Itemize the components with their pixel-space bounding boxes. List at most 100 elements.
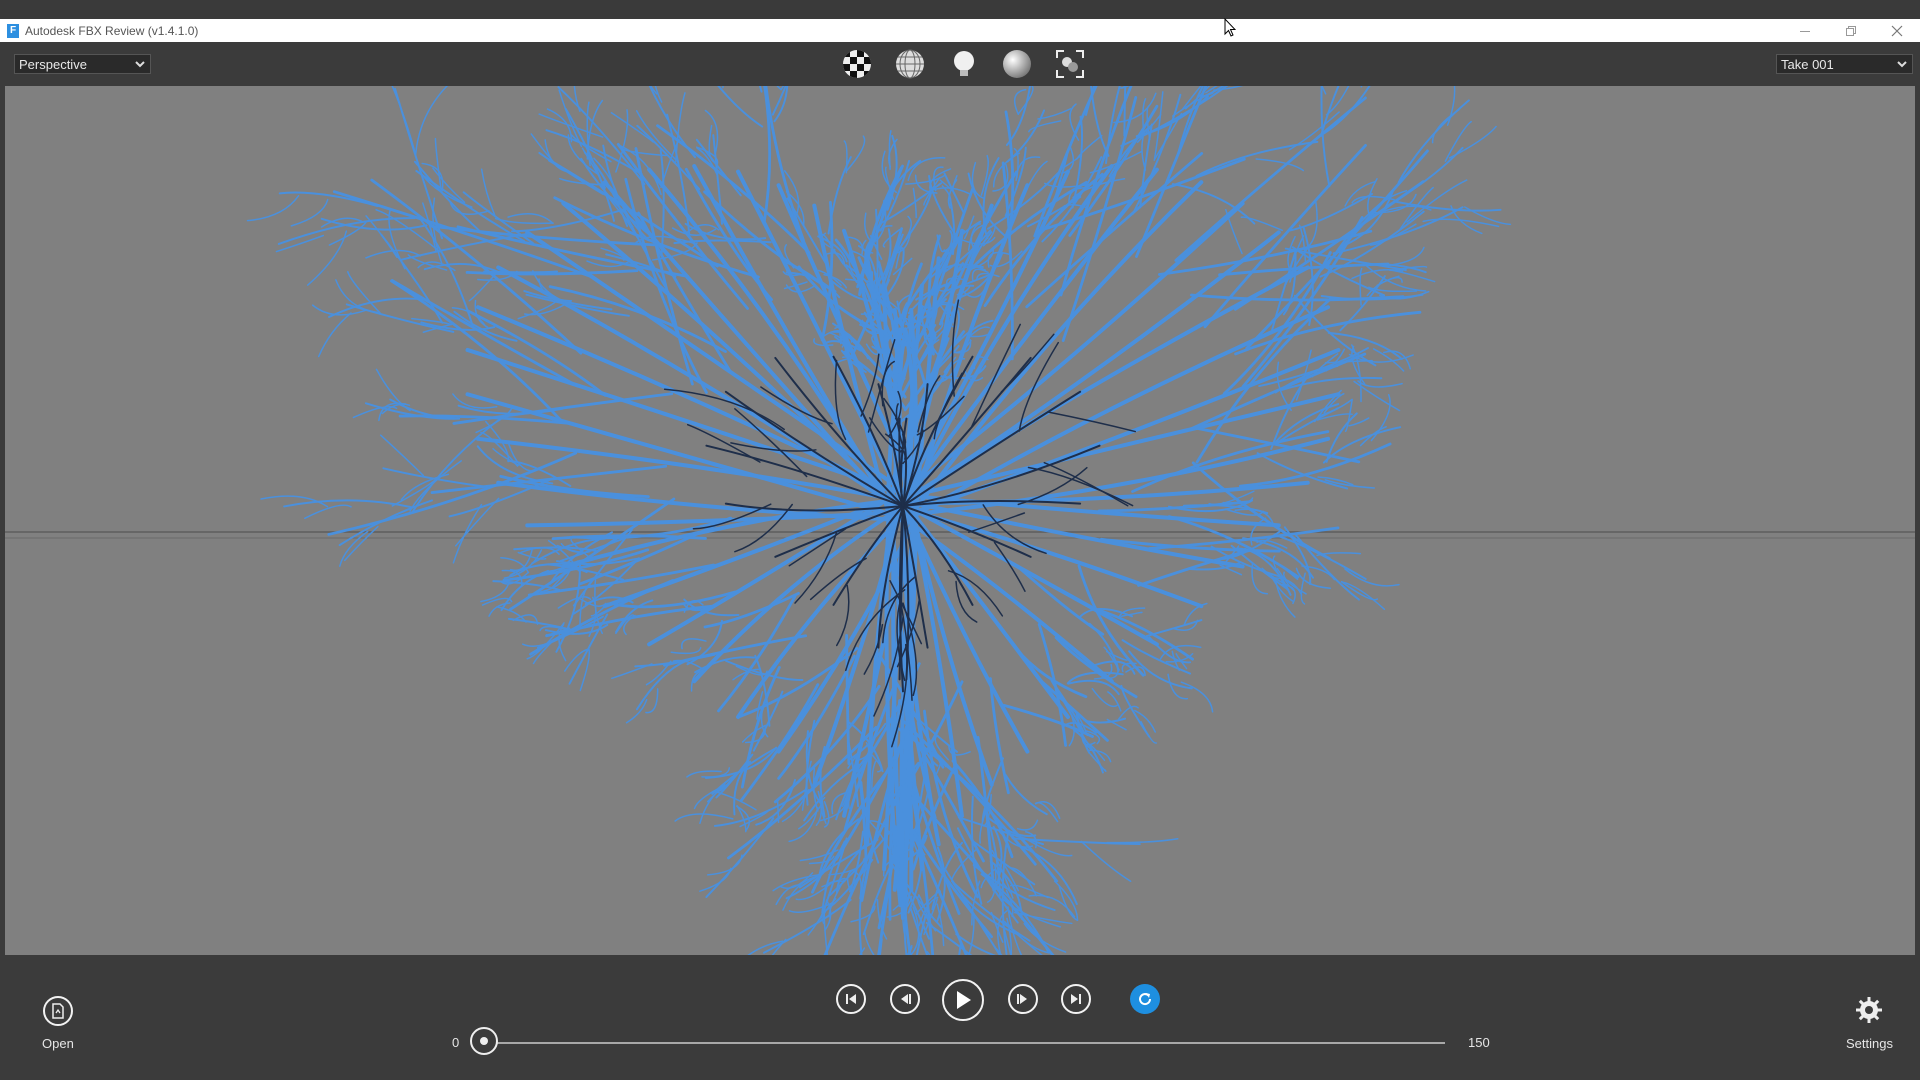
timeline-slider-handle[interactable] xyxy=(470,1027,498,1055)
window-title: Autodesk FBX Review (v1.4.1.0) xyxy=(25,23,199,38)
title-bar: F Autodesk FBX Review (v1.4.1.0) xyxy=(0,19,1920,42)
heart-branch xyxy=(907,157,946,181)
heart-branch xyxy=(648,86,697,159)
heart-branch xyxy=(1137,548,1252,587)
step-forward-icon[interactable] xyxy=(1008,984,1038,1014)
heart-branch xyxy=(275,234,325,253)
restore-icon[interactable] xyxy=(1828,19,1874,42)
step-back-icon[interactable] xyxy=(890,984,920,1014)
heart-branch xyxy=(771,86,787,116)
timeline-slider-track[interactable] xyxy=(485,1042,1445,1044)
heart-branch xyxy=(635,659,688,711)
chevron-down-icon xyxy=(1897,61,1907,68)
heart-branch xyxy=(955,580,978,623)
heart-branch xyxy=(1090,86,1110,157)
play-icon xyxy=(957,991,971,1009)
heart-branch xyxy=(936,234,946,253)
heart-branch xyxy=(1034,801,1059,823)
heart-branch xyxy=(636,124,701,191)
play-button[interactable] xyxy=(942,979,984,1021)
heart-branch xyxy=(1132,93,1182,215)
heart-branch xyxy=(625,698,648,724)
heart-branch xyxy=(776,799,780,824)
heart-branch xyxy=(1359,425,1387,447)
heart-branch xyxy=(825,252,846,267)
camera-view-value: Perspective xyxy=(19,56,87,72)
heart-branch xyxy=(290,198,329,227)
heart-branch xyxy=(850,905,876,923)
heart-branch xyxy=(414,86,449,156)
heart-branch xyxy=(706,854,743,876)
skip-start-icon[interactable] xyxy=(836,984,866,1014)
heart-branch xyxy=(670,646,702,655)
heart-branch xyxy=(1154,113,1183,160)
heart-branch xyxy=(776,86,782,91)
heart-branch xyxy=(578,516,732,586)
wireframe-sphere-icon[interactable] xyxy=(894,48,926,80)
heart-branch xyxy=(246,195,300,222)
heart-branch xyxy=(1324,359,1373,364)
heart-branch xyxy=(611,663,653,680)
range-end-label: 150 xyxy=(1468,1035,1490,1050)
open-file-icon xyxy=(52,1003,64,1019)
scene-canvas xyxy=(5,86,1915,955)
skip-end-icon[interactable] xyxy=(1061,984,1091,1014)
heart-branch xyxy=(1028,894,1076,918)
heart-branch xyxy=(1080,840,1132,883)
mouse-cursor-icon xyxy=(1224,18,1236,37)
heart-branch xyxy=(391,86,416,153)
take-select[interactable]: Take 001 xyxy=(1776,54,1913,74)
loop-toggle[interactable] xyxy=(1130,984,1160,1014)
heart-branch xyxy=(1325,86,1350,116)
shaded-sphere-icon[interactable] xyxy=(1001,48,1033,80)
heart-branch xyxy=(846,135,866,172)
heart-branch xyxy=(544,139,571,174)
camera-view-select[interactable]: Perspective xyxy=(14,54,151,74)
heart-branch xyxy=(1118,705,1139,720)
top-strip xyxy=(0,0,1920,19)
gear-icon xyxy=(1856,997,1882,1023)
heart-branch xyxy=(747,940,784,955)
heart-branch xyxy=(1016,819,1039,831)
heart-branch xyxy=(1320,86,1331,188)
3d-viewport[interactable] xyxy=(5,86,1915,955)
heart-branch xyxy=(717,86,764,128)
heart-branch xyxy=(1119,86,1130,89)
minimize-icon[interactable] xyxy=(1782,19,1828,42)
heart-branch xyxy=(511,207,628,233)
heart-branch xyxy=(538,151,604,195)
heart-branch xyxy=(674,813,734,822)
settings-button[interactable] xyxy=(1855,996,1883,1024)
heart-branch xyxy=(758,86,763,93)
open-button[interactable] xyxy=(43,996,73,1026)
heart-branch xyxy=(704,109,719,155)
toolbar: Perspective Take 001 xyxy=(0,42,1920,86)
heart-branch xyxy=(327,451,578,536)
heart-branch xyxy=(573,86,581,113)
heart-branch xyxy=(675,92,686,163)
checker-texture-icon[interactable] xyxy=(841,48,873,80)
heart-branch xyxy=(468,270,499,302)
heart-branch xyxy=(1388,269,1436,283)
frame-all-icon[interactable] xyxy=(1054,48,1086,80)
heart-branch xyxy=(434,137,442,191)
heart-branch xyxy=(1047,411,1137,433)
take-value: Take 001 xyxy=(1781,56,1834,72)
heart-branch xyxy=(1106,837,1179,844)
light-bulb-icon[interactable] xyxy=(948,48,980,80)
heart-branch xyxy=(773,86,789,123)
heart-branch xyxy=(1431,109,1460,144)
heart-branch xyxy=(1140,721,1157,744)
heart-branch xyxy=(382,467,486,488)
heart-branch xyxy=(681,638,707,650)
close-icon[interactable] xyxy=(1874,19,1920,42)
heart-branch xyxy=(1321,86,1327,95)
heart-branch xyxy=(1004,773,1048,816)
heart-branch xyxy=(508,443,535,473)
heart-branch xyxy=(1422,218,1500,228)
settings-label: Settings xyxy=(1846,1036,1893,1051)
heart-branch xyxy=(858,947,866,955)
heart-branch xyxy=(980,154,989,196)
heart-branch xyxy=(317,312,352,358)
heart-branch xyxy=(474,299,489,329)
